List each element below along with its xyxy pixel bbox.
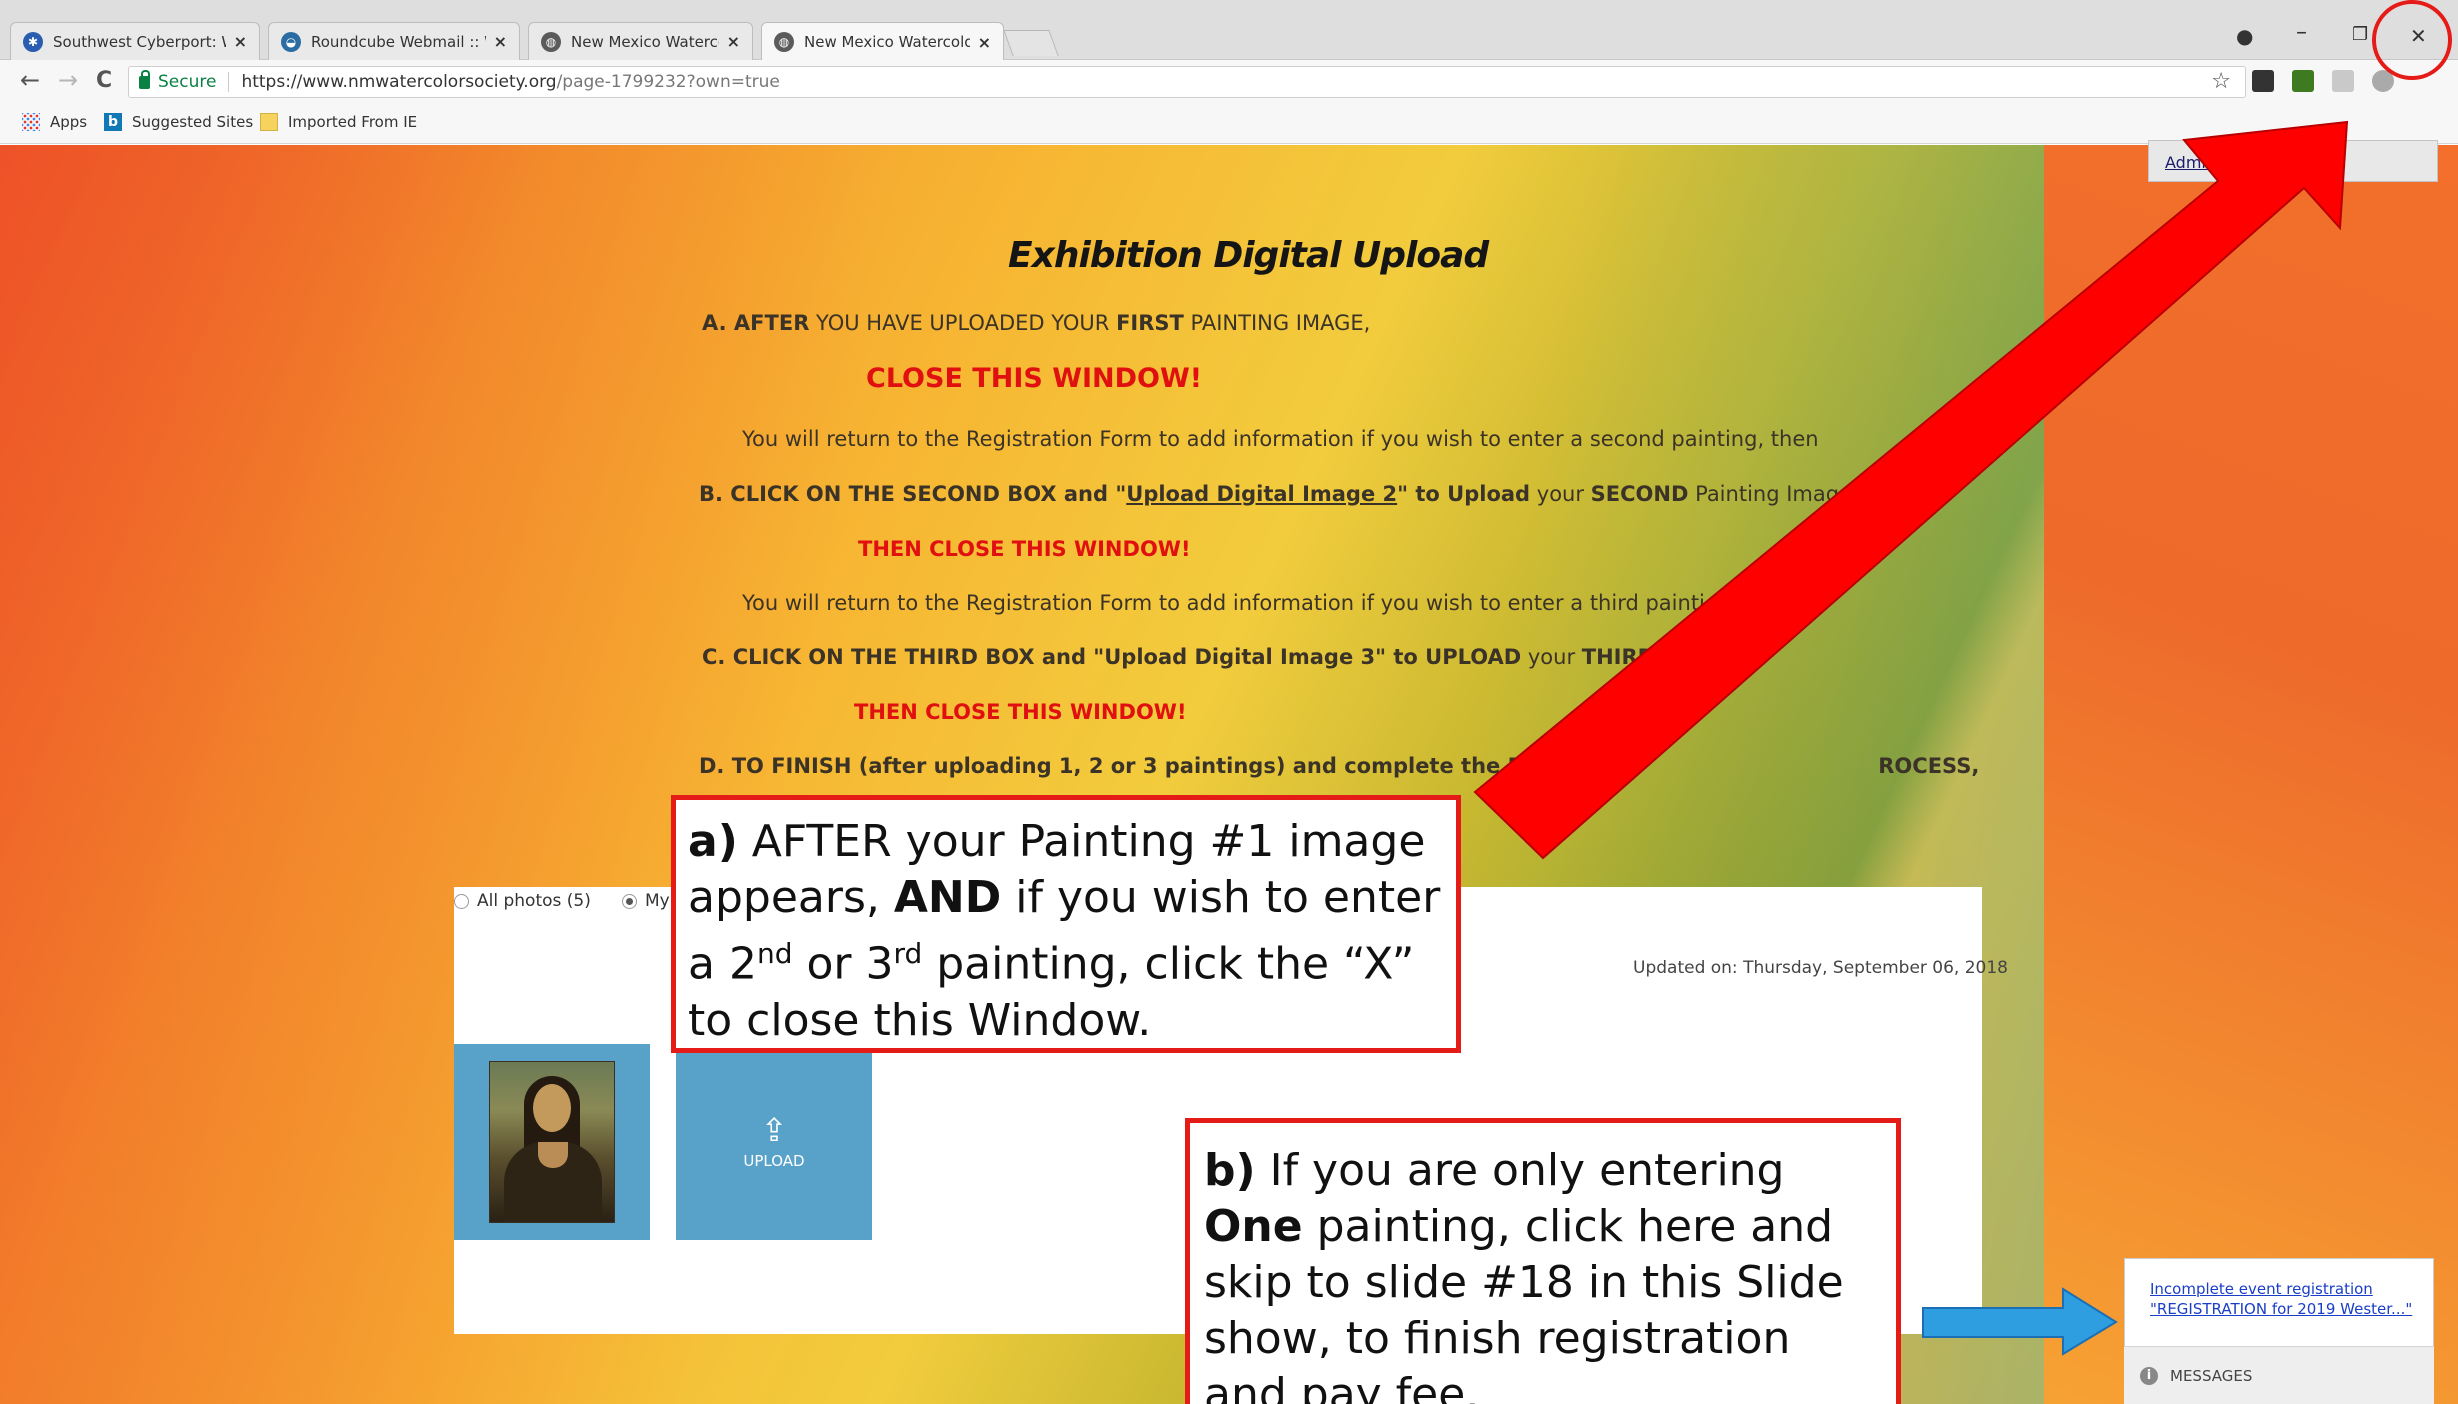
roundcube-icon: ◒ [281, 31, 301, 52]
lock-icon [139, 69, 150, 89]
tab-close-icon[interactable]: × [494, 32, 507, 51]
back-button[interactable]: ← [20, 66, 40, 94]
painting-image [489, 1061, 615, 1223]
divider [228, 72, 230, 92]
tab-close-icon[interactable]: × [234, 32, 247, 51]
secure-indicator[interactable]: Secure [139, 69, 216, 92]
globe-icon: ◍ [541, 31, 561, 52]
upload-button[interactable]: ⇪ UPLOAD [676, 1044, 872, 1240]
forward-button[interactable]: → [58, 66, 78, 94]
instruction-d: D. TO FINISH (after uploading 1, 2 or 3 … [699, 754, 1980, 778]
snowflake-icon: ✱ [23, 31, 43, 52]
admin-view-link[interactable]: Admin view [2148, 140, 2438, 182]
pdf-extension-icon[interactable] [2332, 70, 2354, 92]
filter-all-photos[interactable]: All photos (5) [454, 891, 591, 911]
tab-nmws-active[interactable]: ◍ New Mexico Watercolor × [761, 22, 1004, 61]
folder-icon [260, 113, 278, 131]
apps-grid-icon [22, 113, 40, 131]
tab-close-icon[interactable]: × [978, 33, 991, 52]
right-panel [2044, 145, 2458, 1404]
tab-southwest-cyberport[interactable]: ✱ Southwest Cyberport: We × [10, 22, 260, 60]
minimize-button[interactable]: – [2296, 20, 2307, 45]
instruction-c: C. CLICK ON THE THIRD BOX and "Upload Di… [702, 645, 1693, 669]
radio-selected-icon [622, 893, 637, 909]
callout-b: b) If you are only entering One painting… [1185, 1118, 1901, 1404]
tab-nmws-1[interactable]: ◍ New Mexico Watercolor × [528, 22, 753, 60]
instruction-b: B. CLICK ON THE SECOND BOX and "Upload D… [699, 482, 1852, 506]
tab-strip: ✱ Southwest Cyberport: We × ◒ Roundcube … [0, 0, 2458, 61]
new-tab-button[interactable] [1003, 30, 1059, 56]
bookmark-apps[interactable]: Apps [22, 113, 87, 131]
upload-icon: ⇪ [760, 1111, 788, 1149]
close-window-heading: CLOSE THIS WINDOW! [866, 363, 1203, 394]
instruction-a: A. AFTER YOU HAVE UPLOADED YOUR FIRST PA… [702, 311, 1371, 335]
bing-icon: b [104, 113, 122, 131]
extension-icon[interactable] [2292, 70, 2314, 92]
bookmark-star-icon[interactable]: ☆ [2211, 69, 2231, 94]
return-note-1: You will return to the Registration Form… [742, 427, 1819, 451]
then-close-heading-1: THEN CLOSE THIS WINDOW! [858, 537, 1191, 561]
close-button-highlight [2372, 0, 2452, 80]
callout-a: a) AFTER your Painting #1 image appears,… [671, 795, 1461, 1053]
bookmarks-bar: Apps b Suggested Sites Imported From IE [0, 104, 2458, 144]
url-text[interactable]: https://www.nmwatercolorsociety.org/page… [241, 72, 779, 92]
restore-button[interactable]: ❐ [2352, 24, 2368, 45]
page-title: Exhibition Digital Upload [1008, 235, 1489, 276]
messages-bar[interactable]: i MESSAGES [2124, 1346, 2434, 1404]
browser-toolbar: ← → C Secure https://www.nmwatercolorsoc… [0, 60, 2458, 104]
profile-icon[interactable]: ● [2236, 24, 2253, 48]
radio-icon [454, 893, 469, 909]
tab-roundcube[interactable]: ◒ Roundcube Webmail :: W × [268, 22, 520, 60]
screenshot: ✱ Southwest Cyberport: We × ◒ Roundcube … [0, 0, 2458, 1404]
reload-button[interactable]: C [96, 68, 112, 93]
globe-icon: ◍ [774, 32, 794, 52]
tab-close-icon[interactable]: × [727, 32, 740, 51]
bookmark-suggested-sites[interactable]: b Suggested Sites [104, 113, 253, 131]
then-close-heading-2: THEN CLOSE THIS WINDOW! [854, 700, 1187, 724]
info-icon: i [2140, 1366, 2158, 1385]
filter-my-photos[interactable]: My [622, 891, 670, 911]
address-bar[interactable]: Secure https://www.nmwatercolorsociety.o… [128, 66, 2246, 98]
extension-icon[interactable] [2252, 70, 2274, 92]
incomplete-registration-link[interactable]: Incomplete event registration "REGISTRAT… [2150, 1279, 2412, 1319]
upload-digital-image-2-link[interactable]: Upload Digital Image 2 [1126, 482, 1397, 506]
bookmark-imported-from-ie[interactable]: Imported From IE [260, 113, 417, 131]
return-note-2: You will return to the Registration Form… [742, 591, 1705, 615]
updated-date: Updated on: Thursday, September 06, 2018 [1633, 958, 2008, 978]
